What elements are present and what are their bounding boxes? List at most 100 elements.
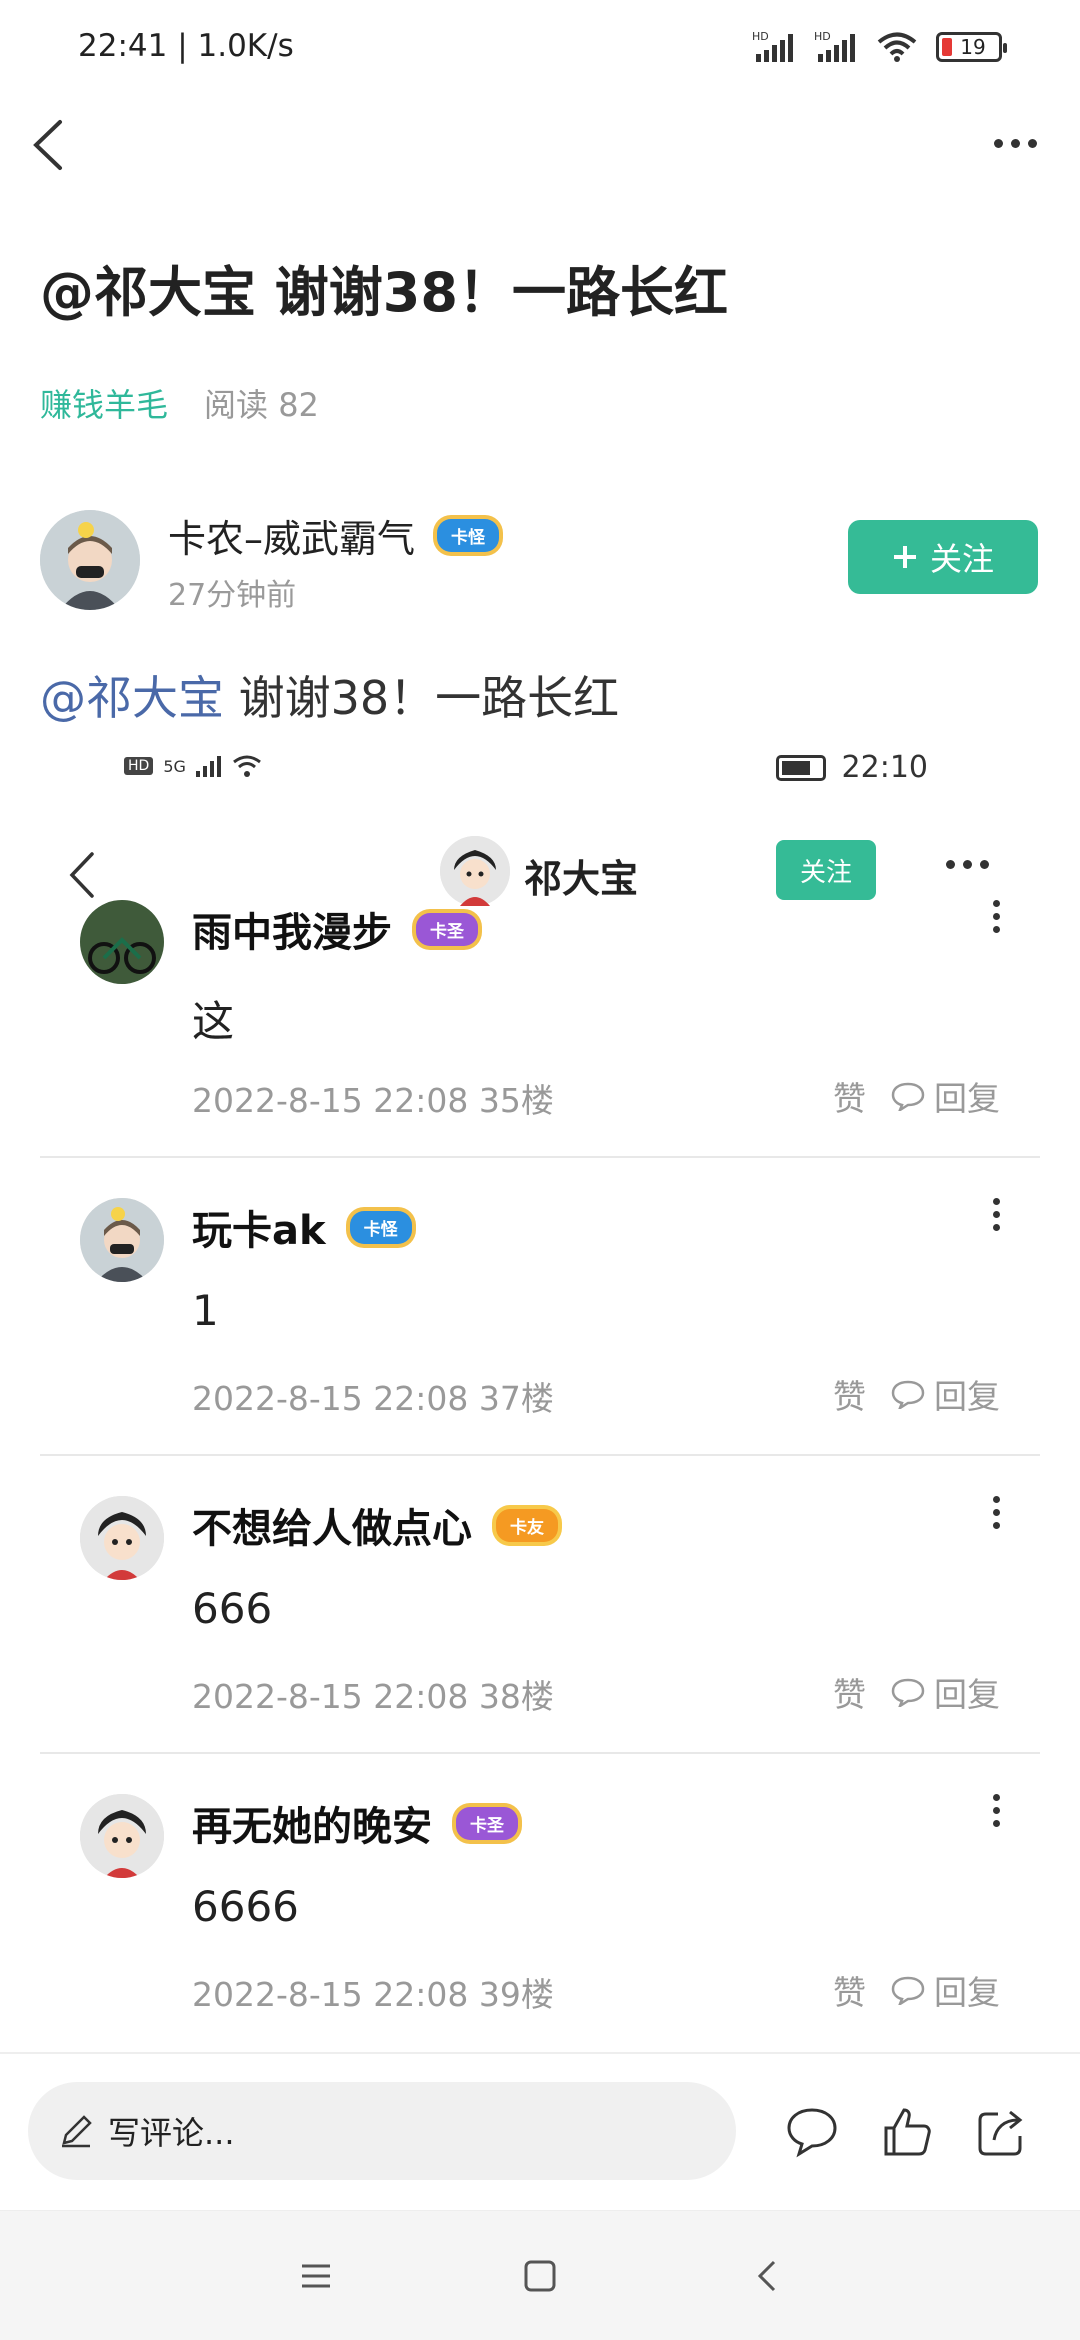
comment-actions: 赞 回复 — [833, 1370, 1000, 1418]
plus-icon — [893, 546, 916, 568]
comment-badge: 卡圣 — [456, 1806, 518, 1840]
comment-bubble-icon — [787, 2108, 837, 2158]
wifi-icon — [232, 755, 261, 777]
comment-text: 这 — [192, 997, 235, 1046]
author-avatar[interactable] — [40, 510, 140, 610]
home-button[interactable] — [520, 2256, 560, 2296]
comment-text: 1 — [192, 1286, 219, 1335]
comment-actions: 赞 回复 — [833, 1072, 1000, 1120]
thumbs-up-icon — [884, 2108, 931, 2156]
cellular-signal-icon: HD — [752, 30, 793, 62]
embedded-hd-label: HD — [124, 757, 154, 775]
reply-label: 回复 — [890, 1072, 1000, 1120]
comment-date: 2022-8-15 22:08 38楼 — [192, 1677, 554, 1716]
comment-list: 雨中我漫步 卡圣 这 2022-8-15 22:08 35楼 赞 回复 玩卡ak… — [40, 860, 1040, 2052]
comment-actions: 赞 回复 — [833, 1966, 1000, 2014]
like-button[interactable] — [880, 2104, 936, 2160]
cellular-signal-icon — [195, 756, 221, 777]
follow-label: 关注 — [929, 540, 994, 578]
square-icon — [524, 2260, 556, 2292]
menu-icon — [302, 2264, 330, 2288]
follow-button[interactable]: 关注 — [848, 520, 1038, 594]
author-level-badge: 卡怪 — [437, 519, 500, 552]
comment-avatar — [80, 1794, 164, 1878]
back-button[interactable] — [22, 110, 82, 180]
comment-bubble-icon — [891, 1976, 925, 2005]
embedded-screenshot[interactable]: HD 5G 22:10 祁大宝 关注 雨中我漫步 卡圣 这 2022-8-15 … — [40, 740, 1040, 2060]
read-count: 阅读 82 — [204, 386, 319, 424]
share-icon — [978, 2110, 1023, 2156]
comment-badge: 卡友 — [496, 1508, 558, 1542]
comment-author-name: 再无她的晚安 — [192, 1804, 432, 1850]
embedded-5g-label: 5G — [163, 756, 186, 776]
svg-text:HD: HD — [752, 30, 769, 43]
pencil-icon — [62, 2115, 92, 2148]
like-label: 赞 — [833, 1377, 866, 1416]
reply-label: 回复 — [890, 1370, 1000, 1418]
more-options-button[interactable] — [980, 118, 1050, 168]
like-label: 赞 — [833, 1079, 866, 1118]
system-nav-bar — [0, 2210, 1080, 2340]
comment-item: 玩卡ak 卡怪 1 2022-8-15 22:08 37楼 赞 回复 — [40, 1158, 1040, 1456]
reply-label: 回复 — [890, 1668, 1000, 1716]
kebab-icon — [993, 1496, 1000, 1529]
like-label: 赞 — [833, 1973, 866, 2012]
mention-link[interactable]: @祁大宝 — [40, 671, 224, 725]
comment-item: 雨中我漫步 卡圣 这 2022-8-15 22:08 35楼 赞 回复 — [40, 860, 1040, 1158]
more-icon — [993, 138, 1003, 148]
comment-date: 2022-8-15 22:08 35楼 — [192, 1081, 554, 1120]
comment-input[interactable]: 写评论... — [28, 2082, 736, 2180]
author-post-time: 27分钟前 — [168, 578, 297, 613]
comment-author-name: 雨中我漫步 — [192, 910, 392, 956]
svg-text:HD: HD — [814, 30, 831, 43]
comment-author: 不想给人做点心 卡友 — [192, 1496, 558, 1554]
comment-badge: 卡圣 — [416, 912, 478, 946]
bottom-divider — [0, 2052, 1080, 2054]
comment-actions: 赞 回复 — [833, 1668, 1000, 1716]
comment-avatar — [80, 900, 164, 984]
author-name-row: 卡农–威武霸气 卡怪 — [168, 508, 500, 563]
embedded-status-time: 22:10 — [841, 750, 928, 785]
comment-avatar — [80, 1496, 164, 1580]
post-meta: 赚钱羊毛 阅读 82 — [40, 380, 319, 426]
embedded-status-bar: HD 5G 22:10 — [40, 740, 1040, 800]
reply-label: 回复 — [890, 1966, 1000, 2014]
comment-author: 再无她的晚安 卡圣 — [192, 1794, 518, 1852]
kebab-icon — [993, 1794, 1000, 1827]
battery-icon: 19 — [936, 32, 1007, 62]
menu-button[interactable] — [296, 2256, 336, 2296]
comment-bubble-icon — [891, 1678, 925, 1707]
comment-text: 666 — [192, 1584, 273, 1633]
share-button[interactable] — [974, 2104, 1030, 2160]
kebab-icon — [993, 900, 1000, 933]
comment-text: 6666 — [192, 1882, 299, 1931]
system-back-button[interactable] — [748, 2256, 788, 2296]
post-body-text: 谢谢38！一路长红 — [224, 671, 620, 725]
like-label: 赞 — [833, 1675, 866, 1714]
embedded-battery-icon — [775, 754, 826, 781]
comment-item: 再无她的晚安 卡圣 6666 2022-8-15 22:08 39楼 赞 回复 — [40, 1754, 1040, 2052]
chevron-left-icon — [33, 120, 62, 170]
post-title: @祁大宝 谢谢38！一路长红 — [40, 261, 728, 324]
comment-date: 2022-8-15 22:08 39楼 — [192, 1975, 554, 2014]
comment-bubble-icon — [891, 1082, 925, 1111]
category-link[interactable]: 赚钱羊毛 — [40, 380, 168, 426]
comment-author-name: 玩卡ak — [192, 1208, 326, 1254]
cellular-signal-icon: HD — [814, 30, 855, 62]
author-name[interactable]: 卡农–威武霸气 — [168, 508, 415, 563]
kebab-icon — [993, 1198, 1000, 1231]
status-bar: 22:41 | 1.0K/s HD HD 19 — [0, 0, 1080, 96]
avatar-image — [40, 510, 140, 610]
comment-item: 不想给人做点心 卡友 666 2022-8-15 22:08 38楼 赞 回复 — [40, 1456, 1040, 1754]
comment-bubble-icon — [891, 1380, 925, 1409]
status-icons: HD HD 19 — [752, 30, 1007, 64]
comment-avatar — [80, 1198, 164, 1282]
wifi-icon — [877, 32, 917, 62]
post-body: @祁大宝 谢谢38！一路长红 — [40, 662, 619, 728]
chevron-left-icon — [757, 2260, 776, 2292]
comment-author: 玩卡ak 卡怪 — [192, 1198, 412, 1256]
status-time: 22:41 | 1.0K/s — [78, 28, 294, 64]
comments-button[interactable] — [784, 2104, 840, 2160]
comment-date: 2022-8-15 22:08 37楼 — [192, 1379, 554, 1418]
comment-placeholder: 写评论... — [108, 2114, 235, 2152]
